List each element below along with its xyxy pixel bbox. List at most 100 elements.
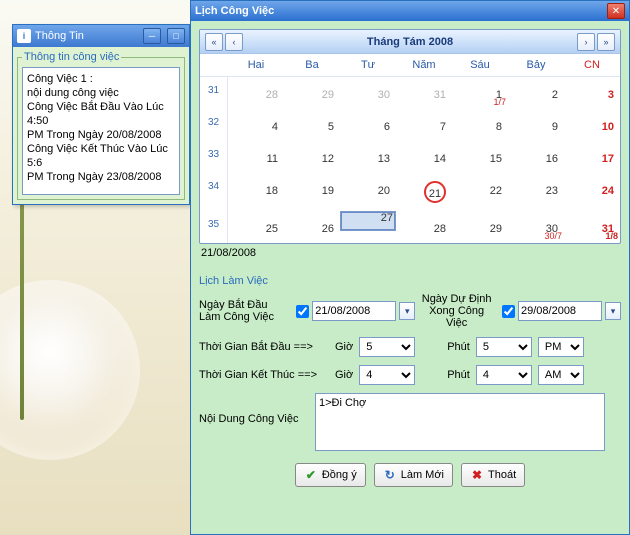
cal-week-number: 33 xyxy=(200,141,228,173)
cal-last-button[interactable]: » xyxy=(597,33,615,51)
hour-label: Giờ xyxy=(335,369,353,381)
x-icon: ✖ xyxy=(470,468,484,482)
cal-day-cell[interactable]: 2 xyxy=(508,77,564,109)
info-line: Công Việc Bắt Đầu Vào Lúc 4:50 xyxy=(27,100,175,128)
cal-day-cell[interactable]: 12 xyxy=(284,141,340,173)
end-ampm-select[interactable]: AM xyxy=(538,365,584,385)
end-date-label: Ngày Dự Định Xong Công Việc xyxy=(421,293,496,329)
info-line: nội dung công việc xyxy=(27,86,175,100)
cal-day-cell[interactable]: 24 xyxy=(564,173,620,211)
cal-next-button[interactable]: › xyxy=(577,33,595,51)
calendar-icon[interactable]: ▾ xyxy=(605,302,621,320)
main-titlebar[interactable]: Lịch Công Việc ✕ xyxy=(191,1,629,21)
cal-day-cell[interactable]: 14 xyxy=(396,141,452,173)
form-section-label: Lịch Làm Việc xyxy=(199,275,621,287)
start-date-input[interactable] xyxy=(312,301,396,321)
close-button[interactable]: ✕ xyxy=(607,3,625,19)
cal-day-cell[interactable]: 16 xyxy=(508,141,564,173)
minute-label: Phút xyxy=(447,341,470,353)
main-title: Lịch Công Việc xyxy=(195,5,607,17)
cal-day-cell[interactable]: 28 xyxy=(228,77,284,109)
info-titlebar[interactable]: i Thông Tin ─ □ xyxy=(13,25,189,47)
info-groupbox: Thông tin công việc Công Việc 1 :nội dun… xyxy=(17,51,185,200)
minute-label: Phút xyxy=(447,369,470,381)
cal-day-cell[interactable]: 7 xyxy=(396,109,452,141)
cal-first-button[interactable]: « xyxy=(205,33,223,51)
cal-day-header: Tư xyxy=(340,54,396,77)
info-line: PM Trong Ngày 23/08/2008 xyxy=(27,170,175,184)
info-line: PM Trong Ngày 20/08/2008 xyxy=(27,128,175,142)
reset-button[interactable]: ↻Làm Mới xyxy=(374,463,453,487)
cal-day-cell[interactable]: 29 xyxy=(452,211,508,243)
cal-day-header: Bảy xyxy=(508,54,564,77)
cal-day-cell[interactable]: 19 xyxy=(284,173,340,211)
cal-day-header: Năm xyxy=(396,54,452,77)
cal-week-number: 35 xyxy=(200,211,228,243)
cal-day-cell[interactable]: 18 xyxy=(228,173,284,211)
cal-day-header: CN xyxy=(564,54,620,77)
maximize-button[interactable]: □ xyxy=(167,28,185,44)
start-date-checkbox[interactable] xyxy=(296,305,309,318)
start-minute-select[interactable]: 5 xyxy=(476,337,532,357)
cal-day-cell[interactable]: 5 xyxy=(284,109,340,141)
cal-prev-button[interactable]: ‹ xyxy=(225,33,243,51)
content-textarea[interactable]: 1>Đi Chợ xyxy=(315,393,605,451)
cal-day-cell[interactable]: 22 xyxy=(452,173,508,211)
cal-day-cell[interactable]: 15 xyxy=(452,141,508,173)
cal-day-cell[interactable]: 27 xyxy=(340,211,396,231)
start-ampm-select[interactable]: PM xyxy=(538,337,584,357)
app-icon: i xyxy=(17,29,31,43)
calendar-grid: HaiBaTưNămSáuBảyCN312829303111/723324567… xyxy=(200,54,620,243)
end-date-input[interactable] xyxy=(518,301,602,321)
end-minute-select[interactable]: 4 xyxy=(476,365,532,385)
cal-day-header: Ba xyxy=(284,54,340,77)
cal-day-cell[interactable]: 28 xyxy=(396,211,452,243)
info-line xyxy=(27,184,175,195)
cal-day-cell[interactable]: 21 xyxy=(396,173,452,211)
cal-day-cell[interactable]: 10 xyxy=(564,109,620,141)
refresh-icon: ↻ xyxy=(383,468,397,482)
hour-label: Giờ xyxy=(335,341,353,353)
cal-day-cell[interactable]: 23 xyxy=(508,173,564,211)
calendar-month-label: Tháng Tám 2008 xyxy=(244,36,576,48)
calendar: « ‹ Tháng Tám 2008 › » HaiBaTưNămSáuBảyC… xyxy=(199,29,621,244)
cal-day-cell[interactable]: 8 xyxy=(452,109,508,141)
cal-day-cell[interactable]: 31 xyxy=(396,77,452,109)
start-date-label: Ngày Bắt Đầu Làm Công Việc xyxy=(199,299,290,323)
info-title: Thông Tin xyxy=(35,30,137,42)
start-time-label: Thời Gian Bắt Đầu ==> xyxy=(199,341,329,353)
ok-button[interactable]: ✔Đồng ý xyxy=(295,463,366,487)
cal-day-cell[interactable]: 11 xyxy=(228,141,284,173)
end-time-label: Thời Gian Kết Thúc ==> xyxy=(199,369,329,381)
cal-day-cell[interactable]: 3 xyxy=(564,77,620,109)
cal-day-cell[interactable]: 4 xyxy=(228,109,284,141)
calendar-header: « ‹ Tháng Tám 2008 › » xyxy=(200,30,620,54)
cal-week-number: 31 xyxy=(200,77,228,109)
start-hour-select[interactable]: 5 xyxy=(359,337,415,357)
info-line: Công Việc Kết Thúc Vào Lúc 5:6 xyxy=(27,142,175,170)
info-textbox[interactable]: Công Việc 1 :nội dung công việcCông Việc… xyxy=(22,67,180,195)
cal-week-number: 34 xyxy=(200,173,228,211)
cal-week-number: 32 xyxy=(200,109,228,141)
cal-day-header: Hai xyxy=(228,54,284,77)
calendar-icon[interactable]: ▾ xyxy=(399,302,415,320)
info-window: i Thông Tin ─ □ Thông tin công việc Công… xyxy=(12,24,190,205)
minimize-button[interactable]: ─ xyxy=(143,28,161,44)
exit-button[interactable]: ✖Thoát xyxy=(461,463,525,487)
cal-day-cell[interactable]: 11/7 xyxy=(452,77,508,109)
cal-day-cell[interactable]: 29 xyxy=(284,77,340,109)
cal-day-cell[interactable]: 20 xyxy=(340,173,396,211)
cal-day-cell[interactable]: 17 xyxy=(564,141,620,173)
cal-day-cell[interactable]: 30 xyxy=(340,77,396,109)
cal-day-cell[interactable]: 6 xyxy=(340,109,396,141)
end-hour-select[interactable]: 4 xyxy=(359,365,415,385)
cal-day-cell[interactable]: 9 xyxy=(508,109,564,141)
info-line: Công Việc 1 : xyxy=(27,72,175,86)
cal-day-cell[interactable]: 25 xyxy=(228,211,284,243)
calendar-footer-date: 21/08/2008 xyxy=(199,244,621,265)
cal-day-cell[interactable]: 3030/7 xyxy=(508,211,564,243)
cal-day-cell[interactable]: 13 xyxy=(340,141,396,173)
cal-day-cell[interactable]: 311/8 xyxy=(564,211,620,243)
cal-day-cell[interactable]: 26 xyxy=(284,211,340,243)
end-date-checkbox[interactable] xyxy=(502,305,515,318)
